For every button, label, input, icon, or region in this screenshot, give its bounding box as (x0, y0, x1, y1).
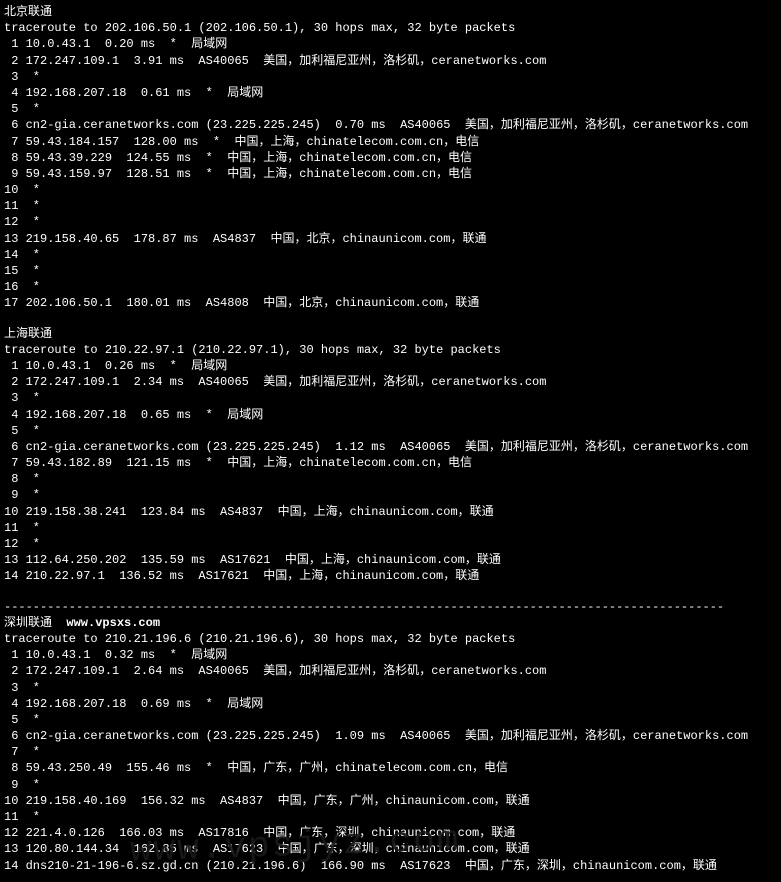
brand-url: www.vpsxs.com (66, 616, 160, 630)
hop-line: 1 10.0.43.1 0.32 ms * 局域网 (4, 647, 777, 663)
hop-line: 8 59.43.39.229 124.55 ms * 中国，上海，chinate… (4, 150, 777, 166)
hop-line: 16 * (4, 279, 777, 295)
hop-line: 6 cn2-gia.ceranetworks.com (23.225.225.2… (4, 728, 777, 744)
dashed-separator: ----------------------------------------… (4, 599, 777, 615)
hop-line: 9 59.43.159.97 128.51 ms * 中国，上海，chinate… (4, 166, 777, 182)
hop-line: 7 * (4, 744, 777, 760)
hop-line: 9 * (4, 487, 777, 503)
hop-line: 11 * (4, 520, 777, 536)
hop-line: 17 202.106.50.1 180.01 ms AS4808 中国，北京，c… (4, 295, 777, 311)
hop-line: 2 172.247.109.1 3.91 ms AS40065 美国，加利福尼亚… (4, 53, 777, 69)
section-title: 深圳联通 www.vpsxs.com (4, 615, 777, 631)
hop-line: 4 192.168.207.18 0.61 ms * 局域网 (4, 85, 777, 101)
hop-line: 13 120.80.144.34 162.85 ms AS17623 中国，广东… (4, 841, 777, 857)
hop-line: 12 * (4, 214, 777, 230)
hop-line: 5 * (4, 101, 777, 117)
hop-line: 2 172.247.109.1 2.64 ms AS40065 美国，加利福尼亚… (4, 663, 777, 679)
hop-line: 2 172.247.109.1 2.34 ms AS40065 美国，加利福尼亚… (4, 374, 777, 390)
hop-line: 8 * (4, 471, 777, 487)
section-separator (4, 312, 777, 326)
hop-line: 3 * (4, 390, 777, 406)
hop-line: 13 112.64.250.202 135.59 ms AS17621 中国，上… (4, 552, 777, 568)
hop-line: 5 * (4, 423, 777, 439)
section-separator (4, 585, 777, 599)
hop-line: 14 210.22.97.1 136.52 ms AS17621 中国，上海，c… (4, 568, 777, 584)
hop-line: 13 219.158.40.65 178.87 ms AS4837 中国，北京，… (4, 231, 777, 247)
hop-line: 6 cn2-gia.ceranetworks.com (23.225.225.2… (4, 439, 777, 455)
hop-line: 10 * (4, 182, 777, 198)
hop-line: 6 cn2-gia.ceranetworks.com (23.225.225.2… (4, 117, 777, 133)
hop-line: 10 219.158.40.169 156.32 ms AS4837 中国，广东… (4, 793, 777, 809)
hop-line: 1 10.0.43.1 0.20 ms * 局域网 (4, 36, 777, 52)
section-title: 上海联通 (4, 326, 777, 342)
hop-line: 7 59.43.184.157 128.00 ms * 中国，上海，chinat… (4, 134, 777, 150)
hop-line: 12 221.4.0.126 166.03 ms AS17816 中国，广东，深… (4, 825, 777, 841)
section-title-text: 深圳联通 (4, 616, 66, 630)
traceroute-header: traceroute to 202.106.50.1 (202.106.50.1… (4, 20, 777, 36)
hop-line: 9 * (4, 777, 777, 793)
hop-line: 15 * (4, 263, 777, 279)
hop-line: 7 59.43.182.89 121.15 ms * 中国，上海，chinate… (4, 455, 777, 471)
hop-line: 14 * (4, 247, 777, 263)
hop-line: 4 192.168.207.18 0.69 ms * 局域网 (4, 696, 777, 712)
hop-line: 3 * (4, 69, 777, 85)
hop-line: 8 59.43.250.49 155.46 ms * 中国，广东，广州，chin… (4, 760, 777, 776)
section-title: 北京联通 (4, 4, 777, 20)
hop-line: 4 192.168.207.18 0.65 ms * 局域网 (4, 407, 777, 423)
hop-line: 3 * (4, 680, 777, 696)
terminal-output: 北京联通traceroute to 202.106.50.1 (202.106.… (0, 0, 781, 882)
traceroute-header: traceroute to 210.21.196.6 (210.21.196.6… (4, 631, 777, 647)
hop-line: 12 * (4, 536, 777, 552)
hop-line: 11 * (4, 198, 777, 214)
hop-line: 1 10.0.43.1 0.26 ms * 局域网 (4, 358, 777, 374)
traceroute-header: traceroute to 210.22.97.1 (210.22.97.1),… (4, 342, 777, 358)
hop-line: 10 219.158.38.241 123.84 ms AS4837 中国，上海… (4, 504, 777, 520)
hop-line: 14 dns210-21-196-6.sz.gd.cn (210.21.196.… (4, 858, 777, 874)
hop-line: 5 * (4, 712, 777, 728)
hop-line: 11 * (4, 809, 777, 825)
